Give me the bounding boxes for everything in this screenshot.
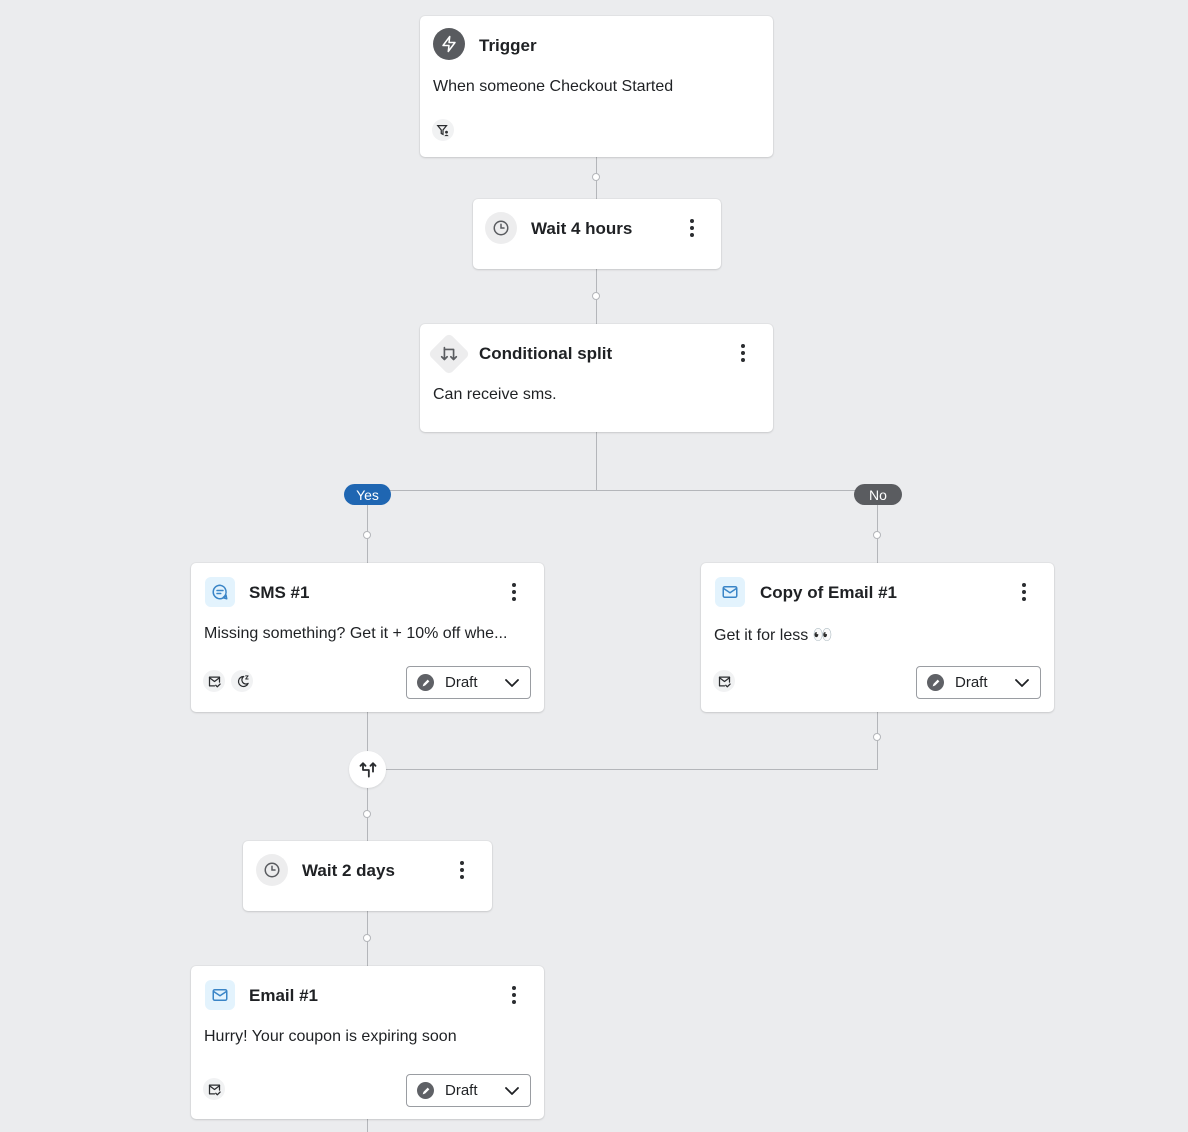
connector-node: [363, 934, 371, 942]
chevron-down-icon: [505, 679, 519, 687]
status-dropdown[interactable]: Draft: [916, 666, 1041, 699]
conditional-split-card[interactable]: Conditional split Can receive sms.: [420, 324, 773, 432]
sms-title: SMS #1: [249, 583, 310, 602]
more-vertical-icon[interactable]: [452, 858, 472, 882]
wait-title: Wait 4 hours: [531, 219, 633, 238]
connector-node: [873, 733, 881, 741]
connector-node: [592, 292, 600, 300]
connector-node: [873, 531, 881, 539]
flow-canvas[interactable]: Trigger When someone Checkout Started Wa…: [0, 0, 1188, 1132]
sms-1-card[interactable]: SMS #1 Missing something? Get it + 10% o…: [191, 563, 544, 712]
merge-connector: [367, 769, 878, 770]
pencil-icon: [927, 674, 944, 691]
email-copy-description: Get it for less 👀: [714, 627, 833, 644]
chevron-down-icon: [1015, 679, 1029, 687]
email-envelope-icon: [205, 980, 235, 1010]
more-vertical-icon[interactable]: [504, 983, 524, 1007]
clock-icon: [485, 212, 517, 244]
connector-node: [363, 531, 371, 539]
connector: [367, 1119, 368, 1132]
sms-description: Missing something? Get it + 10% off whe.…: [204, 625, 508, 642]
more-vertical-icon[interactable]: [504, 580, 524, 604]
lightning-icon: [433, 28, 465, 60]
more-vertical-icon[interactable]: [1014, 580, 1034, 604]
email-1-card[interactable]: Email #1 Hurry! Your coupon is expiring …: [191, 966, 544, 1119]
clock-icon: [256, 854, 288, 886]
more-vertical-icon[interactable]: [682, 216, 702, 240]
merge-paths-icon[interactable]: [349, 751, 386, 788]
yes-branch-label: Yes: [344, 484, 391, 505]
email-envelope-icon: [715, 577, 745, 607]
split-description: Can receive sms.: [433, 386, 557, 403]
email-copy-title: Copy of Email #1: [760, 583, 897, 602]
chevron-down-icon: [505, 1087, 519, 1095]
status-label: Draft: [955, 674, 988, 691]
status-label: Draft: [445, 674, 478, 691]
email-title: Email #1: [249, 986, 318, 1005]
more-vertical-icon[interactable]: [733, 341, 753, 365]
connector: [596, 432, 597, 491]
pencil-icon: [417, 674, 434, 691]
message-check-icon[interactable]: [203, 670, 225, 692]
split-title: Conditional split: [479, 344, 613, 363]
wait-4-hours-card[interactable]: Wait 4 hours: [473, 199, 721, 269]
message-check-icon[interactable]: [713, 670, 735, 692]
email-description: Hurry! Your coupon is expiring soon: [204, 1028, 457, 1045]
trigger-title: Trigger: [479, 36, 537, 55]
quiet-hours-moon-icon[interactable]: [231, 670, 253, 692]
no-branch-label: No: [854, 484, 902, 505]
pencil-icon: [417, 1082, 434, 1099]
profile-filter-icon[interactable]: [432, 119, 454, 141]
connector-node: [363, 810, 371, 818]
status-dropdown[interactable]: Draft: [406, 1074, 531, 1107]
message-check-icon[interactable]: [203, 1078, 225, 1100]
copy-of-email-1-card[interactable]: Copy of Email #1 Get it for less 👀 Draft: [701, 563, 1054, 712]
split-arrows-glyph: [440, 346, 458, 361]
wait-2-days-card[interactable]: Wait 2 days: [243, 841, 492, 911]
branch-connector: [367, 490, 878, 491]
trigger-description: When someone Checkout Started: [433, 78, 674, 95]
sms-chat-icon: [205, 577, 235, 607]
status-dropdown[interactable]: Draft: [406, 666, 531, 699]
connector-node: [592, 173, 600, 181]
status-label: Draft: [445, 1082, 478, 1099]
trigger-card[interactable]: Trigger When someone Checkout Started: [420, 16, 773, 157]
wait-title: Wait 2 days: [302, 861, 395, 880]
